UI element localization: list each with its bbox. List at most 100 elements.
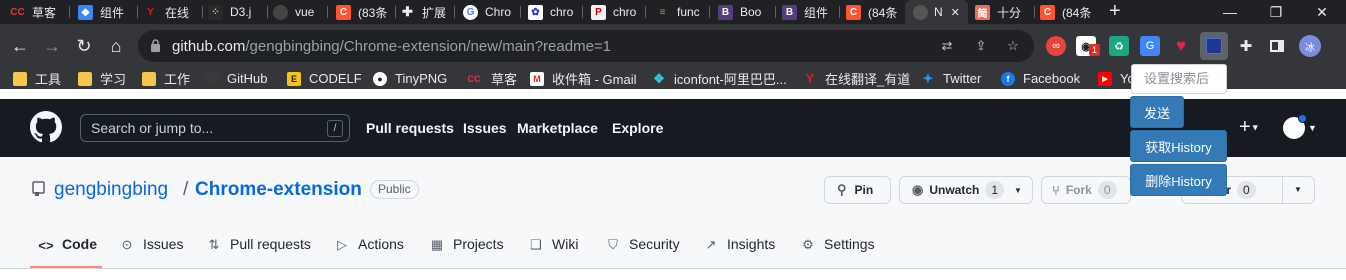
bookmark-link[interactable]: GitHub xyxy=(205,70,267,87)
caret-down-icon[interactable]: ▼ xyxy=(1308,123,1317,133)
graph-icon: ↗ xyxy=(705,237,717,252)
share-icon[interactable]: ⇪ xyxy=(972,37,990,55)
new-tab-button[interactable]: + xyxy=(1109,0,1127,24)
nav-marketplace[interactable]: Marketplace xyxy=(517,120,598,136)
bookmark-label: 收件箱 - Gmail xyxy=(552,72,637,87)
shield-icon: ⛉ xyxy=(608,237,618,252)
jianshu-icon: 简 xyxy=(975,4,990,20)
browser-tab[interactable]: B Boo xyxy=(718,0,776,24)
github-logo-icon[interactable] xyxy=(30,111,62,143)
watch-button[interactable]: ◉ Unwatch 1 ▼ xyxy=(899,176,1033,204)
bookmark-link[interactable]: Y 在线翻译_有道 xyxy=(803,70,911,87)
browser-tab[interactable]: CC 草客 xyxy=(10,0,70,24)
repo-owner-link[interactable]: gengbingbing xyxy=(54,179,168,201)
tab-label: Security xyxy=(629,236,680,252)
back-button[interactable]: ← xyxy=(8,34,32,58)
extension-infinity-icon[interactable]: ∞ xyxy=(1046,36,1066,56)
browser-tab[interactable]: C (84条 xyxy=(846,0,904,24)
nav-explore[interactable]: Explore xyxy=(612,120,663,136)
browser-tab[interactable]: Y 在线 xyxy=(143,0,203,24)
tab-label: 扩展 xyxy=(422,5,447,20)
get-history-button[interactable]: 获取History xyxy=(1130,130,1227,162)
bookmark-star-icon[interactable]: ☆ xyxy=(1004,37,1022,55)
repo-name-link[interactable]: Chrome-extension xyxy=(195,179,362,201)
profile-avatar[interactable]: 冰 xyxy=(1299,35,1321,57)
browser-tab[interactable]: vue xyxy=(273,0,328,24)
tab-label: Settings xyxy=(824,236,875,252)
browser-tab[interactable]: 简十分 xyxy=(975,0,1035,24)
fork-button[interactable]: ⑂ Fork 0 xyxy=(1041,176,1131,204)
bookmark-folder[interactable]: 学习 xyxy=(78,70,126,87)
caret-down-icon[interactable]: ▼ xyxy=(1294,185,1302,194)
tab-issues[interactable]: ⊙ Issues xyxy=(119,236,184,268)
browser-tab[interactable]: C (84条 xyxy=(1040,0,1100,24)
delete-history-button[interactable]: 删除History xyxy=(1130,164,1227,196)
home-button[interactable]: ⌂ xyxy=(104,34,128,58)
csdn-icon: C xyxy=(846,4,861,20)
github-icon xyxy=(913,4,928,20)
bookmark-link[interactable]: ✦ Twitter xyxy=(921,70,982,87)
reload-button[interactable]: ↻ xyxy=(72,34,96,58)
tab-pull-requests[interactable]: ⇅ Pull requests xyxy=(206,236,311,268)
puzzle-icon: ✚ xyxy=(402,4,413,19)
browser-tab[interactable]: ≡ func xyxy=(655,0,710,24)
pin-icon: ⚲ xyxy=(837,182,847,197)
close-window-button[interactable]: ✕ xyxy=(1299,0,1345,24)
search-input[interactable]: Search or jump to... / xyxy=(80,114,350,142)
browser-tab[interactable]: ⁘ D3.j xyxy=(208,0,268,24)
tab-code[interactable]: <> Code xyxy=(38,236,97,268)
bookmark-link[interactable]: f Facebook xyxy=(1001,70,1080,87)
maximize-button[interactable]: ❐ xyxy=(1253,0,1299,24)
tab-projects[interactable]: ▦ Projects xyxy=(429,236,504,268)
pin-button[interactable]: ⚲ Pin xyxy=(824,176,891,204)
bookmark-link[interactable]: M 收件箱 - Gmail xyxy=(530,70,637,87)
tab-separator xyxy=(327,6,328,18)
address-bar[interactable]: github.com/gengbingbing/Chrome-extension… xyxy=(138,30,1034,62)
tab-label: 在线 xyxy=(165,5,190,20)
table-icon: ▦ xyxy=(430,237,444,252)
browser-tab[interactable]: G Chro xyxy=(463,0,521,24)
bookmark-folder[interactable]: 工作 xyxy=(142,70,190,87)
extensions-puzzle-icon[interactable]: ✚ xyxy=(1236,36,1256,56)
bookmark-folder[interactable]: 工具 xyxy=(13,70,61,87)
create-new-button[interactable]: +▼ xyxy=(1239,116,1260,139)
bookmark-link[interactable]: ● TinyPNG xyxy=(373,70,447,87)
search-setting-input[interactable]: 设置搜索后 xyxy=(1131,64,1227,94)
user-avatar[interactable] xyxy=(1283,114,1307,139)
google-icon: G xyxy=(463,4,478,20)
tab-label: 组件 xyxy=(100,5,125,20)
nav-issues[interactable]: Issues xyxy=(463,120,507,136)
tab-settings[interactable]: ⚙ Settings xyxy=(800,236,875,268)
tab-label: Issues xyxy=(143,236,184,252)
bookmark-link[interactable]: ❖ iconfont-阿里巴巴... xyxy=(652,70,787,88)
translate-icon[interactable]: ⇄ xyxy=(938,37,956,55)
tab-security[interactable]: ⛉ Security xyxy=(605,236,680,268)
nav-pull-requests[interactable]: Pull requests xyxy=(366,120,454,136)
extension-active-button[interactable] xyxy=(1200,32,1228,60)
browser-tab[interactable]: B 组件 xyxy=(782,0,840,24)
extension-translate-icon[interactable]: G xyxy=(1140,36,1160,56)
twitter-icon: ✦ xyxy=(922,70,934,86)
tab-actions[interactable]: ▷ Actions xyxy=(334,236,404,268)
forward-button[interactable]: → xyxy=(40,34,64,58)
send-button[interactable]: 发送 xyxy=(1130,96,1184,128)
bootstrap-icon: B xyxy=(718,4,733,20)
extension-heart-icon[interactable]: ♥ xyxy=(1171,36,1191,56)
tab-separator xyxy=(645,6,646,18)
tab-wiki[interactable]: ❑ Wiki xyxy=(528,236,578,268)
browser-tab-active[interactable]: N ✕ xyxy=(905,0,968,24)
bookmark-link[interactable]: E CODELF xyxy=(287,70,362,87)
bookmark-link[interactable]: CC 草客 xyxy=(465,70,518,87)
extension-recycle-icon[interactable]: ♻ xyxy=(1109,36,1129,56)
browser-tab[interactable]: C (83条 xyxy=(336,0,396,24)
bootstrap-icon: B xyxy=(782,4,797,20)
browser-tab[interactable]: Pchro xyxy=(591,0,646,24)
tab-insights[interactable]: ↗ Insights xyxy=(703,236,776,268)
fork-count: 0 xyxy=(1097,181,1117,199)
minimize-button[interactable]: — xyxy=(1207,0,1253,24)
browser-tab[interactable]: ◆ 组件 xyxy=(78,0,138,24)
close-tab-icon[interactable]: ✕ xyxy=(951,6,960,19)
browser-tab[interactable]: ✚ 扩展 xyxy=(400,0,455,24)
side-panel-button[interactable] xyxy=(1267,36,1287,56)
browser-tab[interactable]: ✿ chro xyxy=(528,0,583,24)
